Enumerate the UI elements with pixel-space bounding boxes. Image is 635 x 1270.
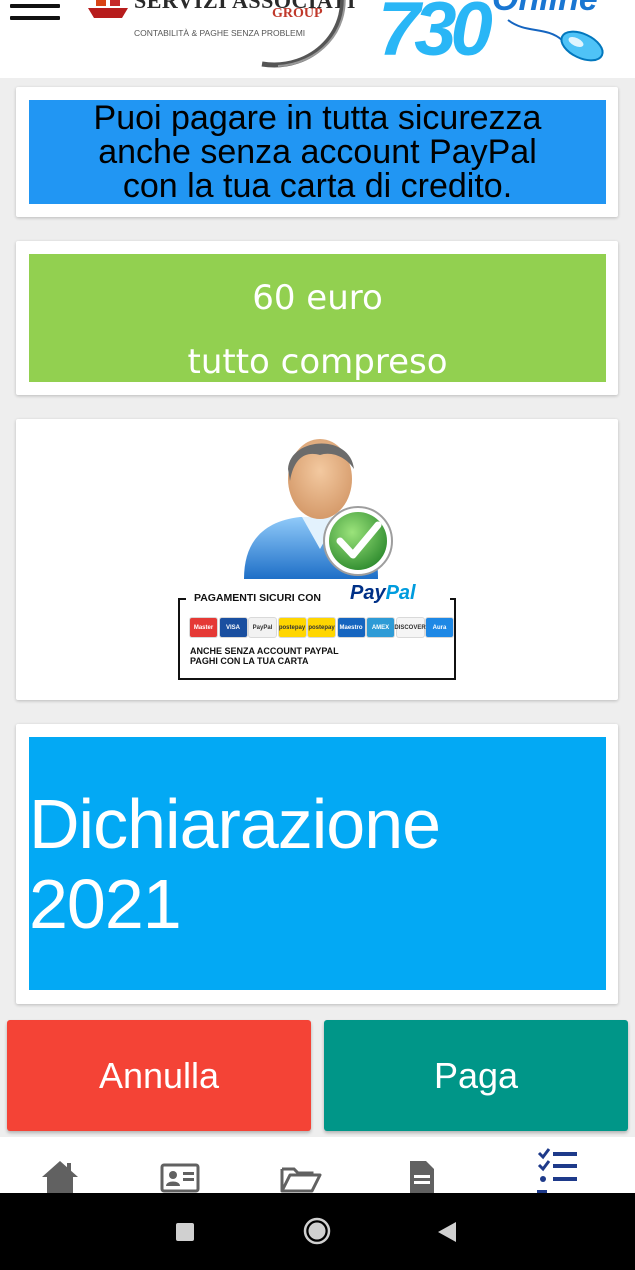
document-icon (410, 1161, 434, 1193)
card-logo: postepay (308, 618, 335, 637)
card-logo: postepay (278, 618, 306, 637)
logo-swoosh (261, 0, 346, 68)
nav-forms[interactable] (395, 1157, 445, 1193)
pay-button[interactable]: Paga (324, 1020, 628, 1131)
checklist-icon (537, 1148, 577, 1193)
card-logo: Master (190, 618, 217, 637)
nav-profile[interactable] (155, 1157, 205, 1193)
card-logo: Aura (426, 618, 453, 637)
card-logo: DISCOVER (394, 618, 426, 637)
ship-icon (88, 0, 128, 18)
card-logo: VISA (219, 618, 247, 637)
card-logo: Maestro (337, 618, 365, 637)
nav-home[interactable] (35, 1157, 85, 1193)
servizi-associati-logo: SERVIZI ASSOCIATI GROUP CONTABILITÀ & PA… (82, 0, 355, 78)
card-logo: PayPal (249, 618, 276, 637)
paypal-card: PAGAMENTI SICURI CON PayPal Master VISA Pa… (16, 419, 618, 700)
price-note: tutto compreso (187, 342, 448, 382)
verified-user-icon (244, 439, 393, 579)
cancel-button[interactable]: Annulla (7, 1020, 311, 1131)
back-icon[interactable] (436, 1221, 458, 1243)
nav-documents[interactable] (275, 1157, 325, 1193)
bottom-navigation (0, 1137, 635, 1193)
price-banner: 60 euro tutto compreso (29, 254, 606, 382)
system-navigation-bar (0, 1193, 635, 1270)
recent-apps-icon[interactable] (176, 1223, 194, 1241)
declaration-banner: Dichiarazione 2021 (29, 737, 606, 990)
nav-checklist[interactable] (532, 1147, 582, 1193)
paypal-badge-title: PAGAMENTI SICURI CON (190, 592, 325, 604)
app-header: SERVIZI ASSOCIATI GROUP CONTABILITÀ & PA… (0, 0, 635, 78)
price-amount: 60 euro (252, 278, 383, 318)
secure-line-3: con la tua carta di credito. (122, 167, 513, 205)
mouse-icon (507, 19, 604, 62)
contact-card-icon (160, 1163, 200, 1193)
menu-icon[interactable] (10, 2, 60, 28)
folder-open-icon (280, 1167, 322, 1193)
price-card: 60 euro tutto compreso (16, 241, 618, 395)
secure-payment-banner: Puoi pagare in tutta sicurezza anche sen… (29, 100, 606, 204)
paypal-logo: PayPal (346, 582, 420, 605)
secure-line-2: anche senza account PayPal (98, 133, 537, 171)
paypal-secure-badge: PAGAMENTI SICURI CON PayPal Master VISA Pa… (178, 582, 456, 680)
paypal-badge-note: ANCHE SENZA ACCOUNT PAYPAL PAGHI CON LA … (190, 646, 339, 666)
card-logo: AMEX (367, 618, 394, 637)
declaration-card: Dichiarazione 2021 (16, 724, 618, 1004)
online-logo: Online (486, 0, 616, 70)
home-circle-icon[interactable] (303, 1217, 331, 1245)
home-icon (42, 1161, 78, 1193)
secure-line-1: Puoi pagare in tutta sicurezza (93, 99, 542, 137)
logo-730: 730 (378, 0, 493, 72)
secure-payment-card: Puoi pagare in tutta sicurezza anche sen… (16, 87, 618, 217)
